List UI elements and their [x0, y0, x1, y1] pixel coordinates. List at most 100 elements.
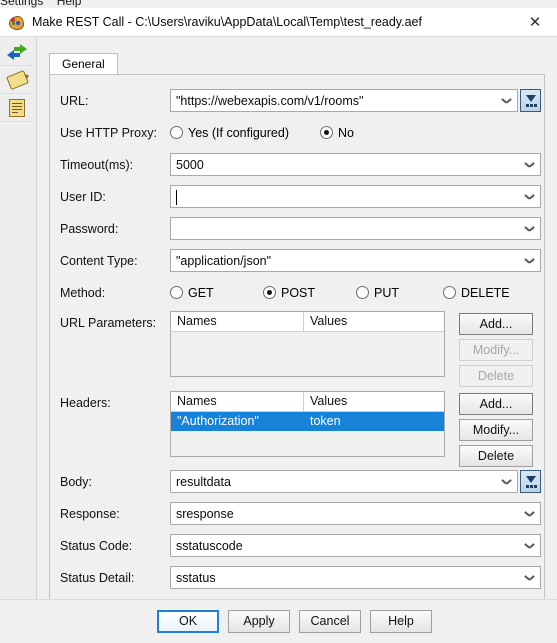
status-detail-label: Status Detail: — [60, 571, 135, 585]
radio-proxy-yes[interactable]: Yes (If configured) — [170, 121, 289, 145]
cancel-button[interactable]: Cancel — [299, 610, 361, 633]
radio-method-delete[interactable]: DELETE — [443, 281, 510, 305]
body-value: resultdata — [176, 475, 231, 489]
window-titlebar: Make REST Call - C:\Users\raviku\AppData… — [0, 8, 557, 37]
funnel-icon — [526, 95, 536, 102]
radio-proxy-no-label: No — [338, 126, 354, 140]
sidebar-item-navigate[interactable] — [0, 37, 34, 66]
body-label: Body: — [60, 475, 92, 489]
funnel-icon — [526, 476, 536, 483]
sidebar-item-annotate[interactable] — [0, 66, 34, 94]
column-header-names: Names — [171, 392, 304, 411]
radio-method-post-label: POST — [281, 286, 316, 300]
text-caret — [176, 190, 177, 205]
url-parameters-table[interactable]: Names Values — [170, 311, 445, 377]
body-input[interactable]: resultdata — [170, 470, 518, 493]
column-header-names: Names — [171, 312, 304, 331]
window-title: Make REST Call - C:\Users\raviku\AppData… — [32, 15, 422, 29]
chevron-down-icon — [525, 511, 534, 516]
radio-proxy-no[interactable]: No — [320, 121, 354, 145]
chevron-down-icon — [502, 479, 511, 484]
rest-call-dialog: General URL: "https://webexapis.com/v1/r… — [37, 37, 557, 642]
radio-method-put-label: PUT — [374, 286, 399, 300]
chevron-down-icon — [525, 226, 534, 231]
url-parameters-delete-button: Delete — [459, 365, 533, 387]
chevron-down-icon — [525, 162, 534, 167]
content-type-input[interactable]: "application/json" — [170, 249, 541, 272]
dialog-footer: OK Apply Cancel Help — [0, 599, 557, 643]
document-icon — [9, 98, 25, 117]
url-value: "https://webexapis.com/v1/rooms" — [176, 94, 364, 108]
tab-general[interactable]: General — [49, 53, 118, 76]
radio-method-post[interactable]: POST — [263, 281, 315, 305]
radio-proxy-yes-label: Yes (If configured) — [188, 126, 289, 140]
radio-method-delete-label: DELETE — [461, 286, 510, 300]
status-code-value: sstatuscode — [176, 539, 243, 553]
headers-label: Headers: — [60, 396, 111, 410]
radio-method-put[interactable]: PUT — [356, 281, 399, 305]
content-type-label: Content Type: — [60, 254, 138, 268]
url-parameters-modify-button: Modify... — [459, 339, 533, 361]
background-menu-item-help[interactable]: Help — [57, 0, 82, 8]
tag-pencil-icon — [5, 69, 29, 90]
palette-icon — [8, 14, 24, 30]
timeout-label: Timeout(ms): — [60, 158, 134, 172]
ok-button[interactable]: OK — [157, 610, 219, 633]
chevron-down-icon — [525, 194, 534, 199]
url-expression-button[interactable] — [520, 89, 541, 112]
general-tab-panel: URL: "https://webexapis.com/v1/rooms" Us… — [49, 74, 545, 629]
content-type-value: "application/json" — [176, 254, 272, 268]
tabstrip: General — [49, 53, 545, 76]
password-label: Password: — [60, 222, 119, 236]
url-parameters-label: URL Parameters: — [60, 316, 157, 330]
user-id-label: User ID: — [60, 190, 106, 204]
chevron-down-icon — [502, 98, 511, 103]
background-menu-item-settings[interactable]: Settings — [0, 0, 43, 8]
headers-table[interactable]: Names Values "Authorization" token — [170, 391, 445, 457]
help-button[interactable]: Help — [370, 610, 432, 633]
arrows-icon — [7, 43, 27, 60]
body-expression-button[interactable] — [520, 470, 541, 493]
timeout-value: 5000 — [176, 158, 204, 172]
radio-method-get[interactable]: GET — [170, 281, 214, 305]
table-header-row: Names Values — [171, 312, 444, 332]
radio-bullet — [320, 126, 333, 139]
user-id-input[interactable] — [170, 185, 541, 208]
column-header-values: Values — [304, 312, 444, 331]
table-header-row: Names Values — [171, 392, 444, 412]
dots-icon — [526, 104, 537, 107]
radio-bullet — [443, 286, 456, 299]
status-detail-value: sstatus — [176, 571, 216, 585]
table-row[interactable]: "Authorization" token — [171, 412, 444, 431]
url-label: URL: — [60, 94, 89, 108]
response-input[interactable]: sresponse — [170, 502, 541, 525]
apply-button[interactable]: Apply — [228, 610, 290, 633]
background-menu-strip: Settings Help — [0, 0, 557, 8]
sidebar-item-document[interactable] — [0, 94, 34, 122]
chevron-down-icon — [525, 543, 534, 548]
chevron-down-icon — [525, 575, 534, 580]
headers-add-button[interactable]: Add... — [459, 393, 533, 415]
headers-modify-button[interactable]: Modify... — [459, 419, 533, 441]
status-code-input[interactable]: sstatuscode — [170, 534, 541, 557]
header-value-cell: token — [310, 414, 341, 428]
url-parameters-add-button[interactable]: Add... — [459, 313, 533, 335]
header-name-cell: "Authorization" — [177, 414, 259, 428]
radio-bullet — [356, 286, 369, 299]
left-toolbar — [0, 37, 37, 642]
response-value: sresponse — [176, 507, 234, 521]
radio-bullet — [170, 286, 183, 299]
timeout-input[interactable]: 5000 — [170, 153, 541, 176]
radio-bullet — [170, 126, 183, 139]
method-label: Method: — [60, 286, 106, 300]
url-input[interactable]: "https://webexapis.com/v1/rooms" — [170, 89, 518, 112]
status-detail-input[interactable]: sstatus — [170, 566, 541, 589]
password-input[interactable] — [170, 217, 541, 240]
http-proxy-label: Use HTTP Proxy: — [60, 126, 158, 140]
response-label: Response: — [60, 507, 120, 521]
close-icon[interactable]: ✕ — [513, 8, 557, 36]
dots-icon — [526, 485, 537, 488]
status-code-label: Status Code: — [60, 539, 133, 553]
headers-delete-button[interactable]: Delete — [459, 445, 533, 467]
radio-bullet — [263, 286, 276, 299]
